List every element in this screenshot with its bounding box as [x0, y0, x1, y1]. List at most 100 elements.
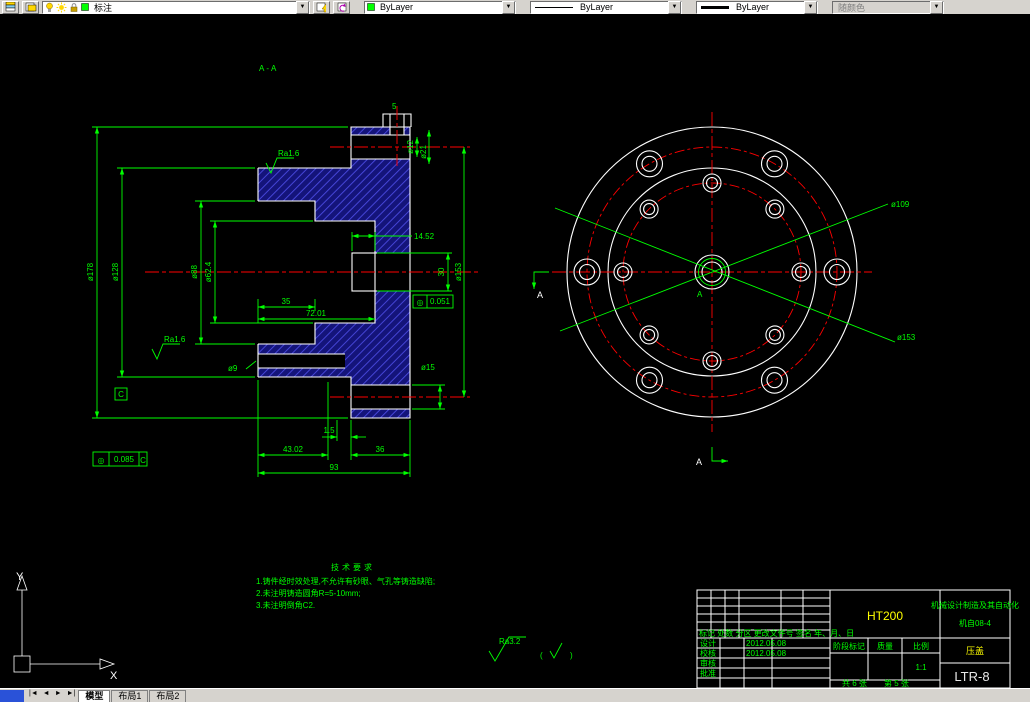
layer-freeze-sun-icon[interactable]: [56, 2, 67, 13]
tolerance-value: 0.085: [114, 455, 135, 464]
tab-last-icon[interactable]: ►|: [65, 690, 78, 702]
linetype-combo-arrow-icon[interactable]: ▼: [668, 0, 681, 14]
datum-c-label: C: [118, 390, 124, 399]
runout-tolerance-frame: ◎ 0.051: [412, 294, 454, 309]
lineweight-combo-arrow-icon[interactable]: ▼: [804, 0, 817, 14]
current-layer-name: 标注: [94, 2, 113, 13]
checkmark-icon: [549, 642, 563, 659]
lineweight-combo[interactable]: ByLayer ▼: [696, 0, 818, 14]
section-view-label: A-A: [259, 64, 278, 73]
dim-label-d9: ø9: [228, 364, 238, 373]
tolerance-symbol: ◎: [98, 456, 105, 465]
dim-label-d14: 14.52: [414, 232, 435, 241]
revision-header: 标记 处数 分区 更改文件号 签名 年、月、日: [699, 628, 854, 638]
org-line1: 机械设计制造及其自动化: [931, 600, 1019, 610]
dim-label-d30: 30: [437, 267, 446, 276]
linetype-sample-icon: [535, 6, 573, 8]
layer-combo-arrow-icon[interactable]: ▼: [296, 0, 309, 14]
material-value: HT200: [867, 609, 903, 623]
color-combo-arrow-icon[interactable]: ▼: [502, 0, 515, 14]
section-view: A-A ø178 ø128 ø88 ø62.4 ø153 30 ø12 ø21 …: [86, 64, 478, 477]
layer-previous-icon: [337, 2, 346, 12]
stage-label: 阶段标记: [833, 641, 865, 651]
ucs-icon: Y X: [13, 571, 118, 682]
dim-label-d88: ø88: [190, 265, 199, 279]
front-view: ø109 ø153 A A A: [531, 112, 916, 467]
mass-label: 质量: [877, 641, 893, 651]
tech-req-line3: 3.未注明倒角C2.: [256, 600, 315, 610]
ucs-x-label: X: [110, 670, 118, 682]
layout-tab-bar: |◄ ◄ ► ►| 模型 布局1 布局2: [0, 688, 1030, 702]
layer-color-swatch[interactable]: [81, 3, 89, 11]
drawing-canvas[interactable]: A-A ø178 ø128 ø88 ø62.4 ø153 30 ø12 ø21 …: [0, 14, 1030, 689]
surface-note-paren-open: (: [540, 651, 543, 660]
layer-previous-button[interactable]: [333, 0, 350, 14]
status-color-swatch: [0, 689, 24, 702]
color-combo[interactable]: ByLayer ▼: [364, 0, 516, 14]
make-object-layer-current-button[interactable]: [313, 0, 330, 14]
tech-req-title: 技术要求: [331, 562, 375, 572]
layer-lock-icon[interactable]: [69, 2, 79, 13]
dim-label-d21: ø21: [419, 145, 428, 159]
sig-row-date: 2012.05.08: [746, 639, 787, 648]
sheet-number: 第 5 张: [884, 678, 909, 688]
section-arrow-left: [531, 271, 549, 289]
tab-prev-icon[interactable]: ◄: [41, 690, 52, 702]
layer-properties-button[interactable]: [2, 0, 19, 14]
sig-row-date: 2012.05.08: [746, 649, 787, 658]
layer-states-button[interactable]: [22, 0, 39, 14]
title-block: 标记 处数 分区 更改文件号 签名 年、月、日 设计 2012.05.08 校核…: [696, 589, 1019, 689]
scale-value: 1:1: [915, 663, 927, 672]
sig-row-label: 设计: [700, 638, 716, 648]
dim-label-d109: ø109: [891, 200, 910, 209]
plotstyle-combo-arrow-icon: ▼: [930, 0, 943, 14]
dim-label-d12: ø12: [406, 140, 415, 154]
dim-label-d36: 36: [376, 445, 385, 454]
layer-on-bulb-icon[interactable]: [45, 2, 54, 13]
dim-label-d43: 43.02: [283, 445, 304, 454]
tab-layout2[interactable]: 布局2: [149, 689, 187, 702]
linetype-combo[interactable]: ByLayer ▼: [530, 0, 682, 14]
surface-finish-label-top: Ra1.6: [278, 149, 300, 158]
make-layer-current-icon: [316, 2, 326, 12]
sig-row-label: 批准: [700, 668, 716, 678]
current-color-value: ByLayer: [380, 2, 414, 12]
part-name: 压盖: [966, 645, 984, 656]
dim-label-d35: 35: [282, 297, 291, 306]
object-properties-toolbar: 标注 ▼ ByLayer ▼ ByLayer ▼ ByLayer ▼ 随颜色 ▼: [0, 0, 1030, 14]
section-letter-bottom: A: [696, 457, 702, 467]
layers-icon: [5, 2, 15, 12]
surface-finish-note: Ra3.2 ( ): [488, 636, 573, 662]
tab-next-icon[interactable]: ►: [53, 690, 64, 702]
sheet-total: 共 6 张: [842, 679, 867, 688]
ucs-y-label: Y: [16, 571, 24, 583]
dim-label-d153-front: ø153: [897, 333, 916, 342]
tech-req-line1: 1.铸件经时效处理,不允许有砂眼、气孔等铸造缺陷;: [256, 576, 435, 586]
section-letter-left: A: [537, 290, 543, 300]
runout-symbol: ◎: [417, 298, 424, 307]
dim-label-d72: 72.01: [306, 309, 327, 318]
dim-label-d62: ø62.4: [204, 261, 213, 282]
current-color-swatch: [367, 3, 375, 11]
tech-req-line2: 2.未注明铸造圆角R=5-10mm;: [256, 588, 361, 598]
surface-note-paren-close: ): [570, 651, 573, 660]
surface-finish-icon: [151, 343, 180, 361]
surface-note-ra: Ra3.2: [499, 637, 521, 646]
dim-label-d128: ø128: [111, 262, 120, 281]
tab-layout1[interactable]: 布局1: [111, 689, 149, 702]
current-lineweight-value: ByLayer: [736, 2, 770, 12]
datum-a-label: A: [697, 290, 703, 299]
small-hole-cut: [258, 354, 345, 368]
current-plotstyle-value: 随颜色: [838, 2, 866, 13]
dim-label-d178: ø178: [86, 262, 95, 281]
tab-model[interactable]: 模型: [78, 689, 111, 702]
cad-drawing: A-A ø178 ø128 ø88 ø62.4 ø153 30 ø12 ø21 …: [13, 64, 1019, 689]
section-arrow-bottom: [711, 447, 728, 464]
technical-requirements: 技术要求 1.铸件经时效处理,不允许有砂眼、气孔等铸造缺陷; 2.未注明铸造圆角…: [256, 562, 435, 610]
dim-label-d1-5: 1.5: [323, 426, 335, 435]
current-linetype-value: ByLayer: [580, 2, 614, 12]
datum-c-flag: C: [114, 387, 128, 401]
scale-label: 比例: [913, 641, 929, 651]
tab-first-icon[interactable]: |◄: [27, 690, 40, 702]
layer-combo[interactable]: 标注 ▼: [42, 0, 310, 14]
